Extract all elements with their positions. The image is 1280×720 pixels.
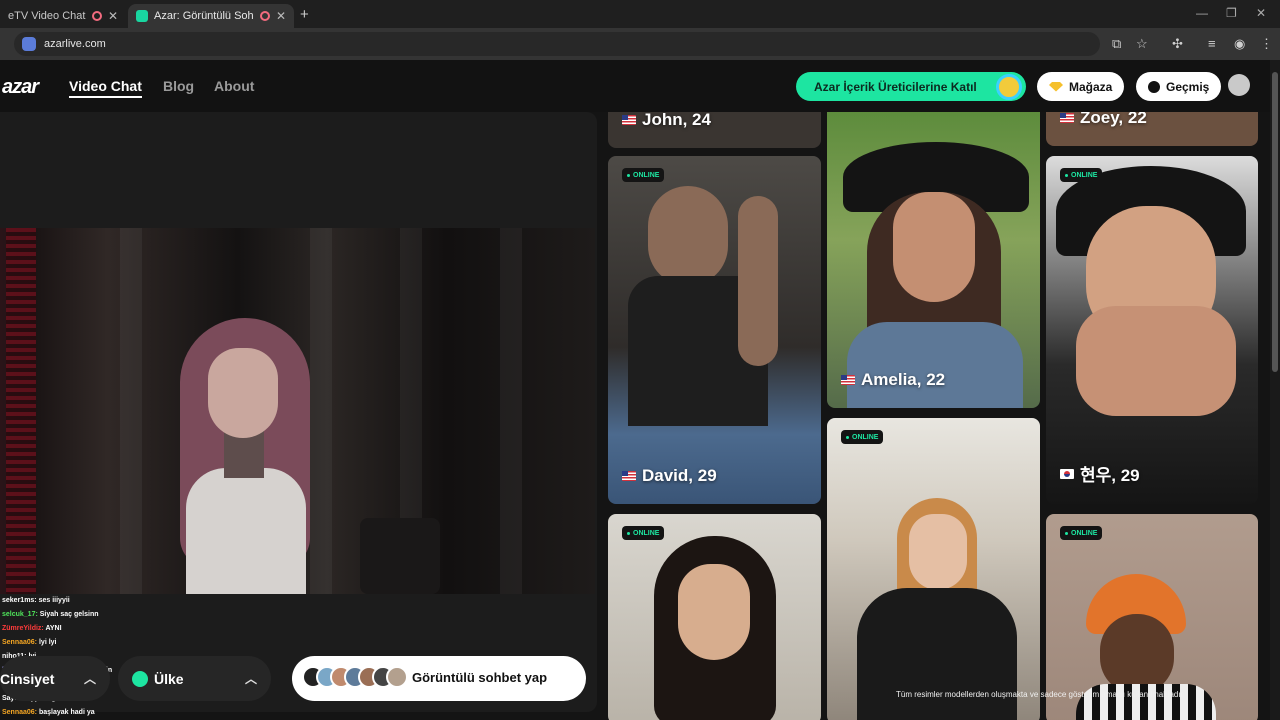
nav-about[interactable]: About: [214, 78, 254, 94]
start-video-chat-button[interactable]: Görüntülü sohbet yap: [292, 656, 586, 701]
close-tab-icon[interactable]: ✕: [276, 9, 286, 23]
close-window-icon[interactable]: ✕: [1256, 6, 1266, 20]
globe-icon: [132, 670, 148, 687]
card-david[interactable]: ONLINE David, 29: [608, 156, 821, 504]
extensions-icon[interactable]: ✣: [1172, 36, 1183, 52]
chevron-up-icon: ︿: [83, 672, 96, 686]
card-john[interactable]: John, 24: [608, 112, 821, 148]
restore-icon[interactable]: ❐: [1226, 6, 1237, 20]
creator-join-button[interactable]: Azar İçerik Üreticilerine Katıl: [796, 72, 1026, 101]
history-button[interactable]: Geçmiş: [1136, 72, 1222, 101]
online-badge: ONLINE: [841, 430, 884, 444]
url-field[interactable]: azarlive.com: [14, 32, 1100, 56]
recording-icon: [91, 11, 102, 21]
kr-flag-icon: [1060, 468, 1074, 479]
azar-logo[interactable]: azar: [2, 76, 39, 99]
online-badge: ONLINE: [1060, 526, 1103, 540]
card-name: 현우, 29: [1060, 461, 1140, 486]
chair: [360, 518, 440, 594]
chat-text: ses iiiyyii: [38, 597, 70, 604]
gem-icon: [1049, 81, 1063, 92]
streamer-figure: [160, 318, 330, 594]
chat-text: Siyah saç gelsinn: [39, 611, 99, 618]
stream-video: [0, 228, 595, 594]
chat-message: selcuk_17: Siyah saç gelsinn: [2, 608, 202, 622]
us-flag-icon: [622, 471, 636, 481]
recording-icon: [259, 11, 270, 21]
chat-username: selcuk_17:: [2, 611, 38, 618]
site-header: azar Video Chat Blog About Azar İçerik Ü…: [0, 60, 1280, 112]
chat-text: başlayak hadi ya: [38, 709, 95, 716]
card-name: Zoey, 22: [1060, 112, 1147, 128]
online-badge: ONLINE: [622, 168, 665, 182]
address-bar: azarlive.com: [0, 28, 1280, 60]
chat-username: ZümreYildiz:: [2, 625, 44, 632]
page-scrollbar[interactable]: [1270, 60, 1280, 720]
history-label: Geçmiş: [1166, 79, 1210, 94]
card-woman-long-hair[interactable]: ONLINE: [608, 514, 821, 720]
chat-message: ZümreYildiz: AYNI: [2, 622, 202, 636]
media-icon[interactable]: ≡: [1208, 36, 1216, 51]
creator-badge-icon: [996, 74, 1022, 100]
country-label: Ülke: [154, 670, 184, 687]
install-app-icon[interactable]: ⧉: [1112, 36, 1121, 52]
nav-blog[interactable]: Blog: [163, 78, 194, 94]
card-zoey[interactable]: Zoey, 22: [1046, 112, 1258, 146]
us-flag-icon: [841, 375, 855, 385]
card-woman-glasses[interactable]: ONLINE: [827, 418, 1040, 720]
browser-tab-bar: eTV Video Chat — Ome ✕ Azar: Görüntülü S…: [0, 0, 1280, 28]
chat-username: Sennaa06:: [2, 709, 38, 716]
chat-message: Sennaa06: lyi lyi: [2, 636, 202, 650]
shop-button[interactable]: Mağaza: [1037, 72, 1125, 101]
card-amelia[interactable]: Amelia, 22: [827, 112, 1040, 408]
site-info-icon[interactable]: [22, 37, 36, 51]
bookmark-star-icon[interactable]: ☆: [1136, 36, 1148, 52]
card-name: Amelia, 22: [841, 370, 945, 390]
close-tab-icon[interactable]: ✕: [108, 9, 118, 23]
creator-join-label: Azar İçerik Üreticilerine Katıl: [814, 79, 977, 94]
card-name: John, 24: [622, 112, 711, 130]
card-hyunwoo[interactable]: ONLINE 현우, 29: [1046, 156, 1258, 504]
us-flag-icon: [1060, 113, 1074, 123]
start-video-chat-label: Görüntülü sohbet yap: [412, 670, 548, 685]
led-strip: [6, 228, 36, 594]
scroll-thumb[interactable]: [1272, 72, 1278, 372]
chat-username: seker1ms:: [2, 597, 37, 604]
new-tab-button[interactable]: +: [300, 6, 309, 23]
country-filter-button[interactable]: Ülke ︿: [118, 656, 271, 701]
images-disclaimer: Tüm resimler modellerden oluşmakta ve sa…: [896, 690, 1186, 699]
chat-text: AYNI: [45, 625, 62, 632]
clock-icon: [1148, 80, 1160, 93]
tab-title: eTV Video Chat — Ome: [8, 10, 86, 22]
user-avatar-icon[interactable]: [1228, 74, 1250, 96]
minimize-icon[interactable]: —: [1196, 6, 1208, 20]
online-badge: ONLINE: [622, 526, 665, 540]
chat-message: seker1ms: ses iiiyyii: [2, 594, 202, 608]
tab-title: Azar: Görüntülü Sohbet & V: [154, 10, 254, 22]
gender-label: Cinsiyet: [0, 670, 55, 687]
model-grid: John, 24 ONLINE David, 29 ONLINE Amelia,…: [600, 112, 1268, 720]
tab-azar[interactable]: Azar: Görüntülü Sohbet & V ✕: [128, 4, 294, 28]
menu-icon[interactable]: ⋮: [1260, 36, 1273, 52]
online-badge: ONLINE: [1060, 168, 1103, 182]
card-name: David, 29: [622, 466, 717, 486]
nav-video-chat[interactable]: Video Chat: [69, 78, 142, 98]
chat-text: lyi lyi: [38, 639, 57, 646]
chevron-up-icon: ︿: [244, 672, 257, 686]
chat-message: Sennaa06: başlayak hadi ya: [2, 706, 202, 720]
url-text: azarlive.com: [44, 38, 106, 50]
tab-omegle[interactable]: eTV Video Chat — Ome ✕: [0, 4, 126, 28]
azar-favicon-icon: [136, 10, 148, 22]
gender-filter-button[interactable]: Cinsiyet ︿: [0, 656, 110, 701]
shop-label: Mağaza: [1069, 79, 1113, 94]
profile-icon[interactable]: ◉: [1234, 36, 1245, 52]
avatar-stack: [302, 666, 408, 688]
us-flag-icon: [622, 115, 636, 125]
chat-username: Sennaa06:: [2, 639, 38, 646]
